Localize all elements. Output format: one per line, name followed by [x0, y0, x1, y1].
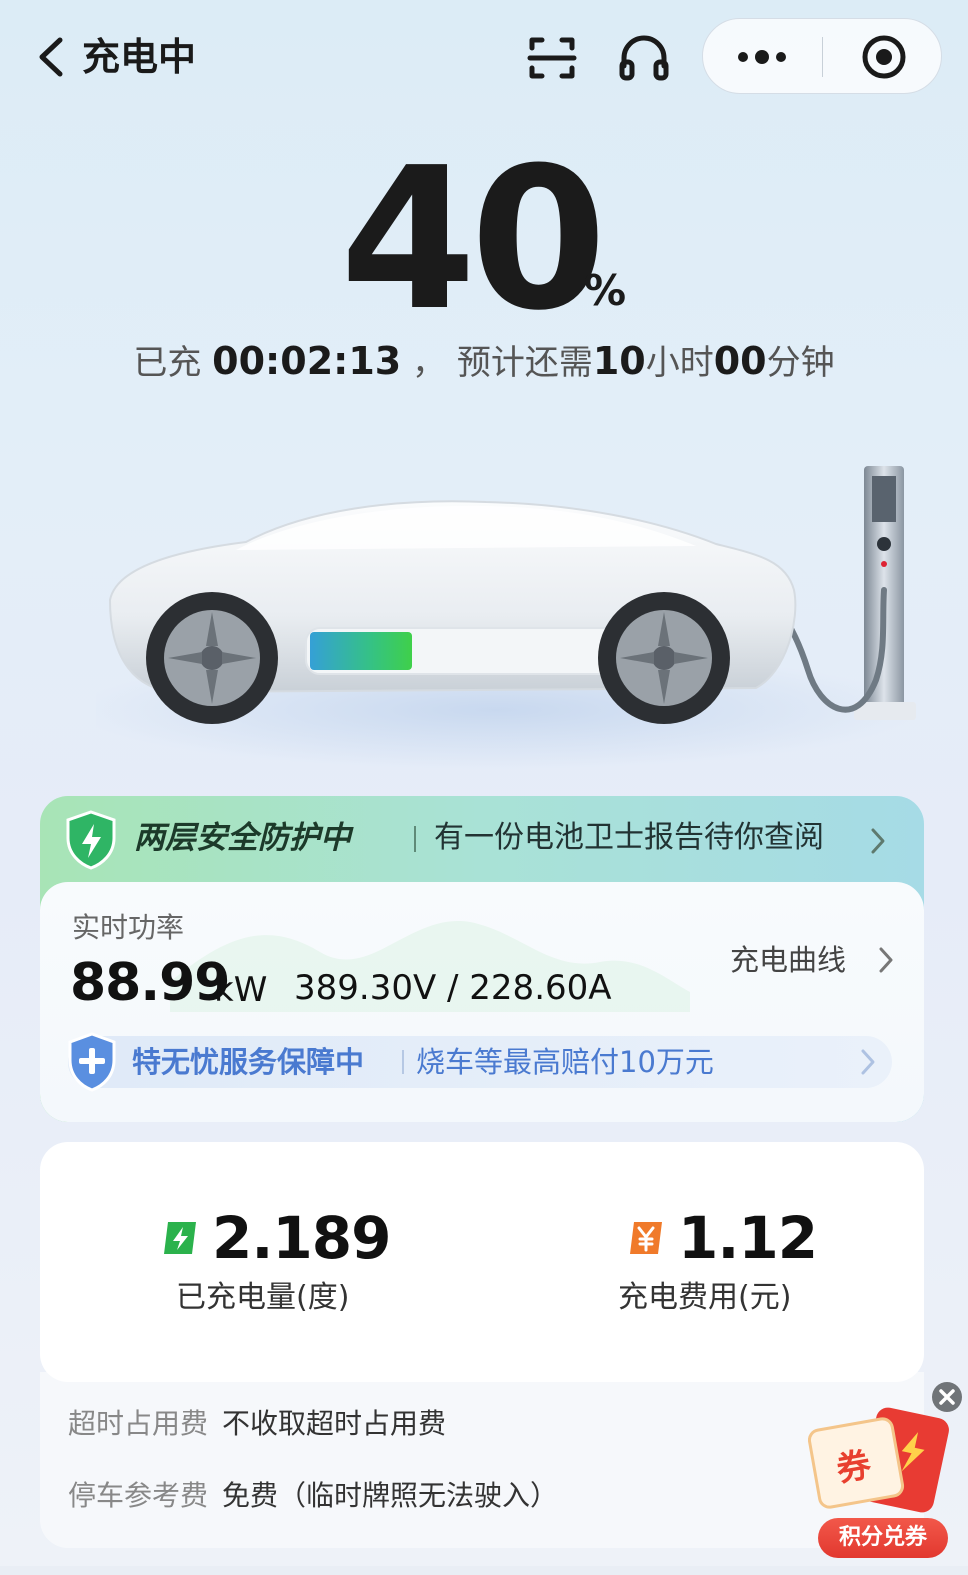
safety-title: 两层安全防护中: [134, 820, 351, 856]
safety-report-text: 有一份电池卫士报告待你查阅: [434, 820, 824, 855]
charge-curve-label: 充电曲线: [730, 943, 847, 977]
headset-icon: [619, 35, 669, 81]
remaining-minutes: 00: [713, 339, 767, 383]
chevron-right-icon: [871, 828, 885, 854]
close-mini-program-button[interactable]: [825, 19, 943, 95]
power-unit: kW: [214, 970, 268, 1010]
overtime-fee-value: 不收取超时占用费: [222, 1407, 447, 1440]
chevron-right-icon: [861, 1049, 875, 1075]
close-icon: [932, 1382, 962, 1412]
voltage-current: 389.30V / 228.60A: [294, 968, 612, 1008]
battery-guard-banner[interactable]: 两层安全防护中 有一份电池卫士报告待你查阅: [40, 796, 924, 888]
safety-power-card: 两层安全防护中 有一份电池卫士报告待你查阅 实时功率 88.99 kW 389.…: [40, 796, 924, 1122]
car-charging-illustration: [96, 466, 916, 770]
top-bar: 充电中: [0, 0, 968, 112]
more-dots-icon: [738, 50, 786, 64]
status-separator: ，: [412, 343, 447, 383]
front-wheel: [146, 592, 278, 724]
lightning-icon: [164, 1222, 196, 1254]
overtime-fee-key: 超时占用费: [68, 1407, 209, 1440]
service-guarantee-bar[interactable]: 特无忧服务保障中 烧车等最高赔付10万元: [68, 1032, 892, 1092]
elapsed-time: 00:02:13: [212, 339, 402, 383]
realtime-power-panel: 实时功率 88.99 kW 389.30V / 228.60A 充电曲线 特无忧…: [40, 882, 924, 1122]
charge-fee-label: 充电费用(元): [618, 1280, 792, 1315]
charge-fee-value: 1.12: [678, 1204, 818, 1272]
chevron-right-icon: [879, 947, 893, 973]
parking-fee-value: 免费（临时牌照无法驶入）: [222, 1479, 559, 1512]
bottom-safe-area: [0, 1566, 968, 1575]
record-icon: [862, 35, 906, 79]
elapsed-label: 已充: [133, 343, 202, 383]
guarantee-text: 烧车等最高赔付10万元: [416, 1045, 714, 1079]
coupon-label: 积分兑券: [818, 1518, 948, 1558]
scan-button[interactable]: [526, 32, 578, 84]
points-coupon-float[interactable]: 券 积分兑券: [804, 1380, 968, 1570]
hours-unit: 小时: [645, 343, 714, 383]
more-button[interactable]: [703, 19, 821, 95]
mini-program-capsule: [702, 18, 942, 94]
charge-curve-link[interactable]: 充电曲线: [730, 938, 900, 982]
shield-bolt-icon: [66, 810, 116, 870]
overtime-fee-row: 超时占用费 不收取超时占用费: [68, 1402, 446, 1446]
charge-stats-card: 2.189 已充电量(度) 1.12 充电费用(元): [40, 1142, 924, 1382]
minutes-unit: 分钟: [766, 343, 835, 383]
parking-fee-row: 停车参考费 免费（临时牌照无法驶入）: [68, 1474, 558, 1518]
percent-sign: %: [584, 266, 627, 315]
coupon-close-button[interactable]: [930, 1380, 964, 1414]
scan-icon: [527, 37, 577, 79]
page-title: 充电中: [82, 35, 197, 79]
coupon-gift-icon: 券: [808, 1407, 949, 1513]
guarantee-divider: [402, 1050, 404, 1074]
capsule-divider: [822, 37, 823, 77]
charge-percent: 40: [340, 126, 607, 354]
yuan-icon: [630, 1222, 662, 1254]
shield-plus-icon: [68, 1032, 116, 1092]
customer-service-button[interactable]: [616, 32, 672, 84]
fee-info-panel: 超时占用费 不收取超时占用费 停车参考费 免费（临时牌照无法驶入）: [40, 1372, 924, 1548]
charge-status-line: 已充 00:02:13 ， 预计还需10小时00分钟: [0, 334, 968, 390]
back-arrow-icon: [39, 37, 63, 77]
rear-wheel: [598, 592, 730, 724]
back-button[interactable]: [30, 32, 74, 82]
guarantee-title: 特无忧服务保障中: [132, 1045, 365, 1079]
charged-energy-value: 2.189: [212, 1204, 391, 1272]
power-label: 实时功率: [72, 911, 185, 944]
parking-fee-key: 停车参考费: [68, 1479, 209, 1512]
charged-energy-label: 已充电量(度): [176, 1280, 350, 1315]
remaining-label: 预计还需: [456, 343, 593, 383]
safety-divider: [414, 826, 416, 852]
power-value: 88.99: [70, 953, 230, 1013]
remaining-hours: 10: [592, 339, 646, 383]
